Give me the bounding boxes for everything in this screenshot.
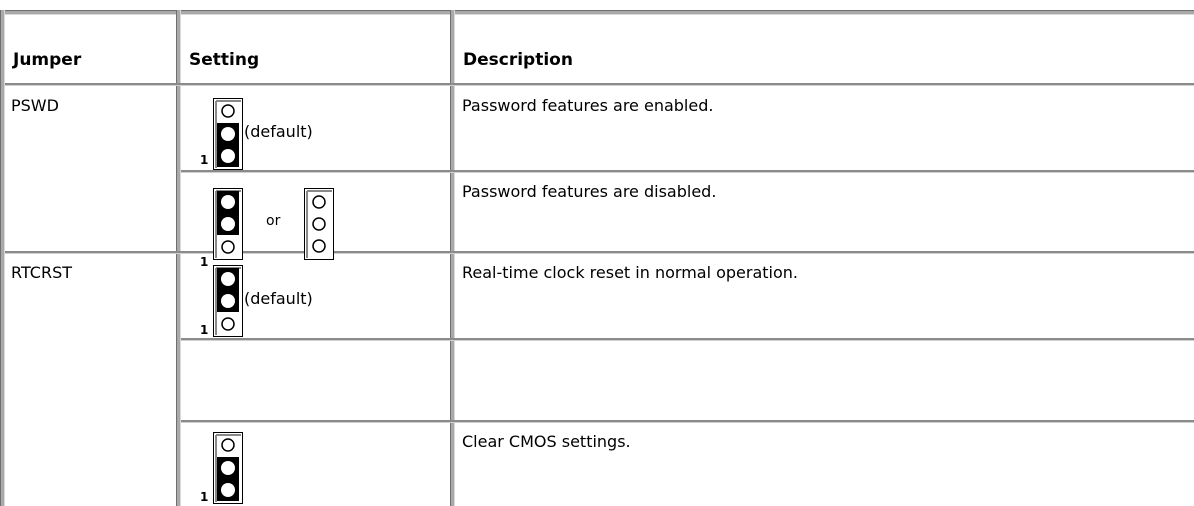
description-text: Clear CMOS settings.: [462, 432, 631, 451]
description-text: Password features are disabled.: [462, 182, 717, 201]
row-separator: [181, 170, 1194, 173]
row-separator: [5, 251, 1194, 254]
header-setting: Setting: [189, 50, 260, 70]
jumper-name: PSWD: [11, 96, 59, 115]
row-separator: [181, 420, 1194, 423]
header-description: Description: [463, 50, 573, 70]
setting-default-label: (default): [244, 122, 313, 141]
jumper-no-jumper-icon: [304, 188, 334, 260]
pin-1-label: 1: [200, 153, 209, 167]
jumper-pins-2-3-icon: [213, 98, 243, 170]
jumper-pins-1-2-icon: [213, 188, 243, 260]
description-text: Password features are enabled.: [462, 96, 714, 115]
jumper-pins-1-2-icon: [213, 265, 243, 337]
description-text: Real-time clock reset in normal operatio…: [462, 263, 799, 282]
pin-1-label: 1: [200, 255, 209, 269]
setting-default-label: (default): [244, 289, 313, 308]
pin-1-label: 1: [200, 490, 209, 504]
row-separator: [181, 338, 1194, 341]
pin-1-label: 1: [200, 323, 209, 337]
header-jumper: Jumper: [13, 50, 82, 70]
header-row-separator: [5, 83, 1194, 86]
or-label: or: [266, 213, 281, 229]
jumper-name: RTCRST: [11, 263, 73, 282]
jumper-pins-2-3-icon: [213, 432, 243, 504]
